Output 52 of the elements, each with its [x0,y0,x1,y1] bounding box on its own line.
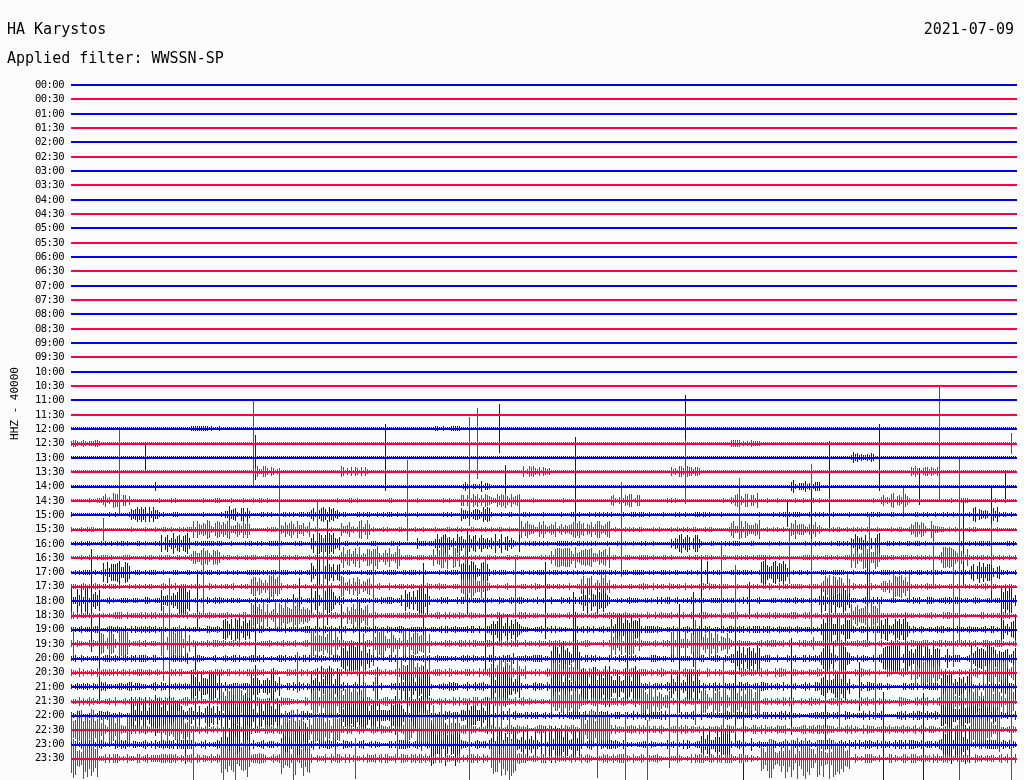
time-label: 06:00 [33,248,64,264]
date: 2021-07-09 [923,20,1014,40]
time-label: 03:00 [33,162,64,178]
time-label: 08:30 [33,320,64,335]
time-label: 14:00 [33,478,64,493]
station-name: HA Karystos [7,20,107,40]
time-label: 07:30 [33,291,64,307]
time-label: 23:30 [33,750,64,765]
time-label: 16:00 [33,535,64,550]
time-label: 09:30 [33,349,64,364]
time-label: 13:00 [33,449,64,464]
time-label: 18:30 [33,607,64,622]
time-label: 15:30 [33,521,64,536]
time-label: 22:30 [33,721,64,737]
time-label: 15:00 [33,506,64,522]
time-label: 07:00 [33,277,64,292]
channel-label: HHZ - 40000 [7,366,21,442]
time-label: 12:30 [33,435,64,450]
time-label: 03:30 [33,177,64,192]
time-label: 17:30 [33,578,64,593]
time-label: 05:30 [33,234,64,249]
time-label: 22:00 [33,707,64,722]
time-label: 14:30 [33,492,64,507]
time-label: 13:30 [33,463,64,479]
time-label: 00:00 [33,77,64,92]
time-label: 02:00 [33,134,64,149]
time-label: 16:30 [33,549,64,565]
time-label: 04:00 [33,191,64,206]
time-label: 19:00 [33,621,64,636]
time-label: 11:30 [33,406,64,421]
time-label: 21:00 [33,678,64,694]
time-label: 00:30 [33,91,64,106]
time-label: 04:30 [33,205,64,221]
time-label: 19:30 [33,635,64,651]
time-label: 18:00 [33,592,64,608]
time-label: 20:30 [33,664,64,679]
time-label: 09:00 [33,334,64,350]
time-label: 20:00 [33,650,64,665]
time-label: 01:00 [33,105,64,120]
time-label: 11:00 [33,392,64,407]
time-label: 08:00 [33,306,64,321]
filter-label: Applied filter: WWSSN-SP [6,48,225,69]
time-label: 12:00 [33,420,64,436]
time-label: 21:30 [33,693,64,708]
time-label: 05:00 [33,220,64,235]
time-label: 10:30 [33,377,64,393]
time-label: 01:30 [33,120,64,135]
time-label: 02:30 [33,148,64,163]
time-label: 10:00 [33,363,64,378]
time-label: 17:00 [33,564,64,579]
time-label: 23:00 [33,736,64,751]
time-label: 06:30 [33,263,64,278]
